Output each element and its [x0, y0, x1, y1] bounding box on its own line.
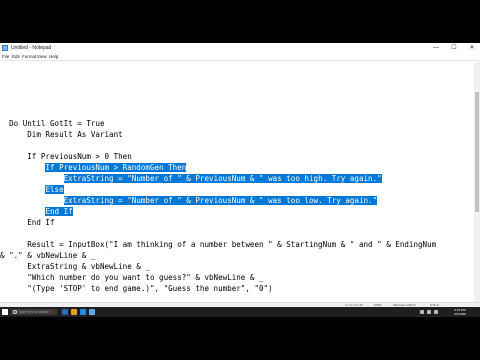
- taskbar-search-placeholder: Type here to search: [18, 310, 49, 314]
- search-icon: [13, 310, 17, 314]
- menu-help[interactable]: Help: [49, 53, 58, 61]
- code-line: Dim Result As Variant: [0, 130, 123, 139]
- title-bar: Untitled - Notepad — ☐ ✕: [0, 43, 480, 53]
- vertical-scrollbar[interactable]: [474, 62, 480, 302]
- code-line: If PreviousNum > 0 Then: [0, 152, 132, 161]
- code-line: End If: [0, 218, 55, 227]
- taskbar: Type here to search 4:07 PM 6/7/2020: [0, 307, 480, 317]
- notepad-icon: [2, 45, 8, 51]
- menu-file[interactable]: File: [2, 53, 9, 61]
- close-button[interactable]: ✕: [464, 43, 480, 53]
- screen: Untitled - Notepad — ☐ ✕ File Edit Forma…: [0, 43, 480, 317]
- scrollbar-thumb[interactable]: [475, 92, 479, 212]
- window-title: Untitled - Notepad: [11, 45, 52, 51]
- code-line: "(Type 'STOP' to end game.)", "Guess the…: [0, 284, 273, 293]
- code-line: & "." & vbNewLine & _: [0, 251, 96, 260]
- clock[interactable]: 4:07 PM 6/7/2020: [448, 308, 472, 316]
- minimize-button[interactable]: —: [428, 43, 444, 53]
- task-view-icon[interactable]: [62, 309, 68, 315]
- file-explorer-icon[interactable]: [71, 309, 77, 315]
- battery-icon[interactable]: [434, 310, 438, 314]
- windows-start-icon[interactable]: [2, 309, 8, 315]
- edge-icon[interactable]: [80, 309, 86, 315]
- clock-date: 6/7/2020: [454, 312, 466, 316]
- menu-view[interactable]: View: [37, 53, 47, 61]
- code-line: "Which number do you want to guess?" & v…: [0, 273, 264, 282]
- code-line: If PreviousNum > RandomGen Then: [45, 163, 187, 172]
- volume-icon[interactable]: [427, 310, 431, 314]
- maximize-button[interactable]: ☐: [446, 43, 462, 53]
- code-line: Do Until GotIt = True: [0, 119, 105, 128]
- taskbar-search[interactable]: Type here to search: [11, 309, 57, 315]
- menu-format[interactable]: Format: [22, 53, 36, 61]
- network-icon[interactable]: [420, 310, 424, 314]
- menu-bar: File Edit Format View Help: [0, 53, 480, 61]
- code-line: ExtraString & vbNewLine & _: [0, 262, 150, 271]
- code-line: End If: [45, 207, 73, 216]
- code-line: Result = InputBox("I am thinking of a nu…: [0, 240, 437, 249]
- code-line: ExtraString = "Number of " & PreviousNum…: [63, 196, 378, 205]
- text-editor[interactable]: Do Until GotIt = True Dim Result As Vari…: [0, 62, 474, 302]
- menu-edit[interactable]: Edit: [12, 53, 20, 61]
- code-line: Else: [45, 185, 64, 194]
- notepad-taskbar-icon[interactable]: [89, 309, 95, 315]
- code-line: ExtraString = "Number of " & PreviousNum…: [63, 174, 382, 183]
